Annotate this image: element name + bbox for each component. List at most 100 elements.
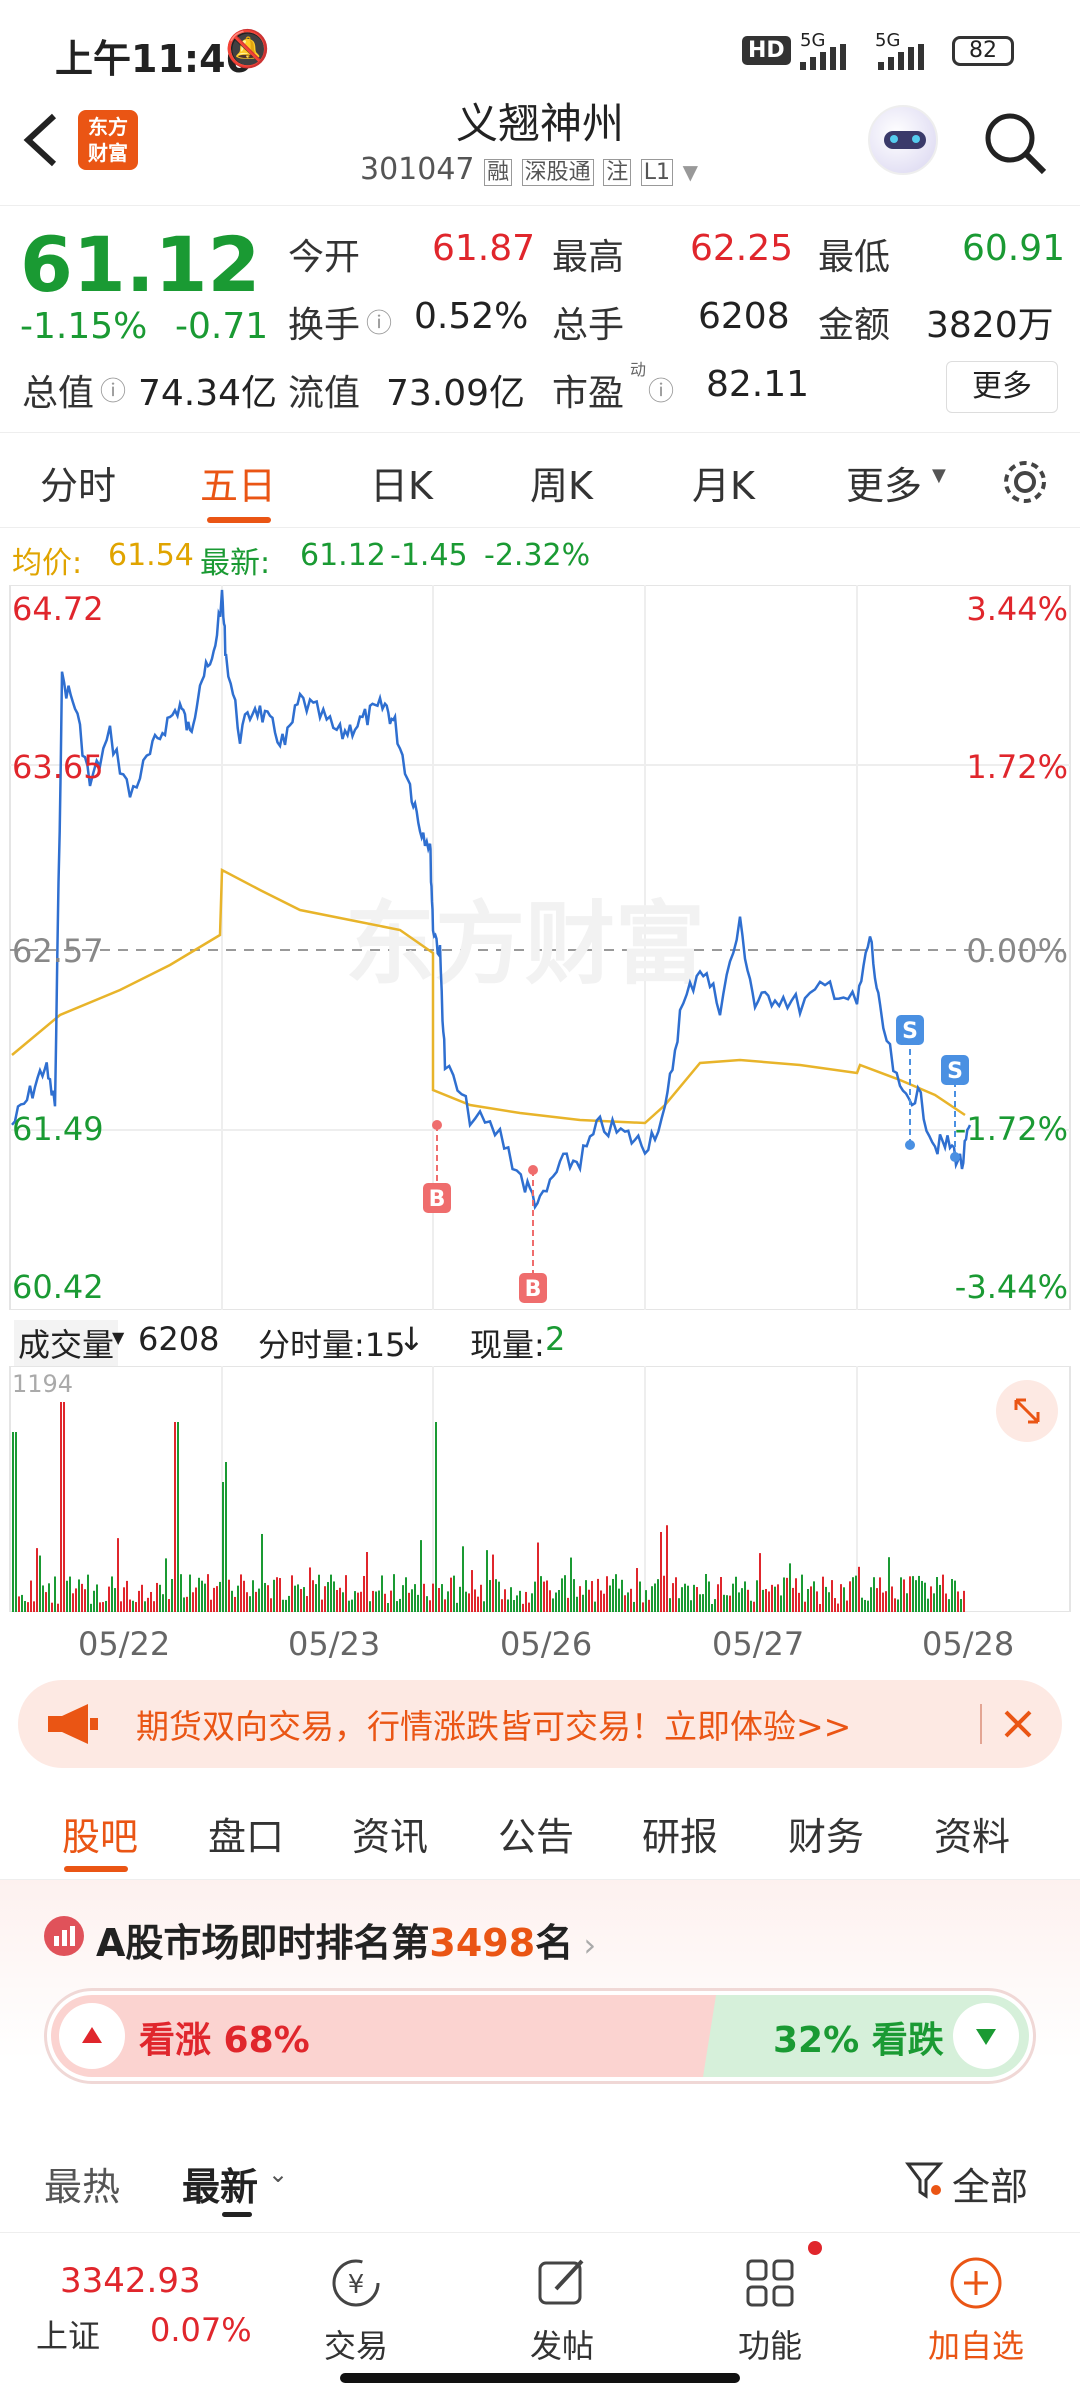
- bear-button[interactable]: [953, 2003, 1019, 2069]
- notification-dot: [808, 2241, 822, 2255]
- trade-marker-dot: [432, 1120, 442, 1130]
- tab-profile[interactable]: 资料: [934, 1806, 1010, 1861]
- volume-bar: [519, 1590, 521, 1612]
- volume-bar: [357, 1592, 359, 1612]
- volume-bar: [471, 1570, 473, 1612]
- volume-bar: [501, 1599, 503, 1612]
- volume-bar: [687, 1585, 689, 1612]
- promo-banner[interactable]: 期货双向交易，行情涨跌皆可交易！立即体验>>: [18, 1680, 1062, 1768]
- volume-bar: [396, 1601, 398, 1612]
- volume-bar: [768, 1591, 770, 1612]
- volume-bar: [27, 1602, 29, 1612]
- volume-bar: [606, 1576, 608, 1612]
- chevron-down-icon[interactable]: ⌄: [268, 2160, 288, 2188]
- tab-intraday[interactable]: 分时: [40, 455, 116, 510]
- volume-bar: [900, 1577, 902, 1612]
- volume-bar: [708, 1581, 710, 1612]
- robot-assistant-icon[interactable]: [868, 105, 938, 175]
- nav-add-watchlist[interactable]: 加自选: [906, 2233, 1046, 2401]
- volume-bar: [822, 1576, 824, 1612]
- stock-code-row: 301047 融 深股通 注 L1 ▼: [360, 152, 698, 187]
- tab-five-day[interactable]: 五日: [200, 455, 276, 510]
- tab-weekly-k[interactable]: 周K: [530, 455, 593, 510]
- tab-orderbook[interactable]: 盘口: [208, 1806, 284, 1861]
- sort-arrow-icon[interactable]: ↓: [398, 1320, 425, 1358]
- volume-bar: [126, 1580, 128, 1612]
- index-ticker[interactable]: 3342.93 上证 0.07%: [0, 2233, 270, 2401]
- volume-bar: [315, 1584, 317, 1612]
- info-icon[interactable]: ⓘ: [100, 371, 126, 408]
- y-tick-right-3: 0.00%: [966, 932, 1068, 970]
- tab-forum[interactable]: 股吧: [62, 1806, 138, 1861]
- volume-bar: [351, 1599, 353, 1612]
- volume-bar: [480, 1584, 482, 1612]
- nav-trade-label: 交易: [323, 2327, 388, 2365]
- x-tick-2: 05/23: [288, 1625, 381, 1663]
- volume-bar: [405, 1577, 407, 1612]
- tab-news[interactable]: 资讯: [352, 1806, 428, 1861]
- volume-bar: [669, 1598, 671, 1612]
- more-button[interactable]: 更多: [946, 361, 1058, 413]
- info-icon[interactable]: ⓘ: [648, 371, 674, 408]
- volume-bar: [489, 1580, 491, 1612]
- volume-bar: [129, 1599, 131, 1612]
- volume-bar: [507, 1599, 509, 1612]
- close-icon[interactable]: [998, 1704, 1038, 1744]
- volume-bar: [348, 1600, 350, 1612]
- info-icon[interactable]: ⓘ: [366, 303, 392, 340]
- volume-selector[interactable]: 成交量: [14, 1320, 119, 1366]
- tab-monthly-k[interactable]: 月K: [692, 455, 755, 510]
- volume-bar: [528, 1602, 530, 1612]
- volume-bar: [237, 1585, 239, 1612]
- volume-bar: [327, 1582, 329, 1612]
- volume-bar: [546, 1580, 548, 1612]
- y-tick-left-4: 61.49: [12, 1110, 104, 1148]
- volume-bar: [474, 1589, 476, 1612]
- volume-bar: [141, 1584, 143, 1612]
- volume-bar: [591, 1581, 593, 1612]
- volume-bar: [447, 1591, 449, 1612]
- volume-bar: [702, 1594, 704, 1612]
- expand-icon[interactable]: [996, 1380, 1058, 1442]
- rank-text[interactable]: A股市场即时排名第3498名 ›: [96, 1912, 596, 1967]
- volume-bar: [423, 1583, 425, 1612]
- tab-research[interactable]: 研报: [642, 1806, 718, 1861]
- chevron-down-icon[interactable]: ▼: [683, 160, 698, 184]
- volume-bar: [756, 1580, 758, 1612]
- caret-down-icon[interactable]: ▼: [112, 1328, 124, 1347]
- filter-all[interactable]: 全部: [952, 2156, 1028, 2211]
- market-cap-value: 74.34亿: [138, 373, 278, 414]
- edit-icon: [538, 2259, 584, 2305]
- price-chart[interactable]: 东方财富 B B S S: [0, 585, 1080, 1310]
- volume-bar: [213, 1587, 215, 1612]
- volume-bar: [150, 1591, 152, 1612]
- volume-bar: [684, 1583, 686, 1612]
- volume-value: 6208: [138, 1320, 220, 1358]
- volume-bar: [636, 1568, 638, 1612]
- volume-bar: [144, 1601, 146, 1612]
- sort-hot[interactable]: 最热: [44, 2156, 120, 2211]
- tab-finance[interactable]: 财务: [788, 1806, 864, 1861]
- tab-daily-k[interactable]: 日K: [370, 455, 433, 510]
- content-tabs: 股吧 盘口 资讯 公告 研报 财务 资料: [0, 1780, 1080, 1880]
- chart-info-row: 均价: 61.54 最新: 61.12 -1.45 -2.32%: [0, 530, 1080, 585]
- bull-button[interactable]: [59, 2003, 125, 2069]
- tab-announcements[interactable]: 公告: [498, 1806, 574, 1861]
- filter-icon[interactable]: [904, 2160, 944, 2200]
- volume-bar: [645, 1590, 647, 1612]
- volume-chart[interactable]: [0, 1366, 1080, 1612]
- volume-bar: [837, 1603, 839, 1612]
- volume-bar: [555, 1592, 557, 1612]
- now-volume-label: 现量:: [470, 1326, 545, 1364]
- volume-bar: [879, 1577, 881, 1612]
- sort-new[interactable]: 最新: [182, 2156, 258, 2211]
- volume-bar: [123, 1587, 125, 1612]
- settings-gear-icon[interactable]: [1000, 457, 1050, 507]
- amount-value: 3820万: [926, 305, 1054, 346]
- volume-bar: [15, 1432, 17, 1612]
- volume-bar: [522, 1603, 524, 1612]
- tab-more[interactable]: 更多: [846, 455, 922, 510]
- volume-bar: [75, 1588, 77, 1612]
- volume-bar: [207, 1574, 209, 1612]
- search-icon[interactable]: [982, 110, 1048, 176]
